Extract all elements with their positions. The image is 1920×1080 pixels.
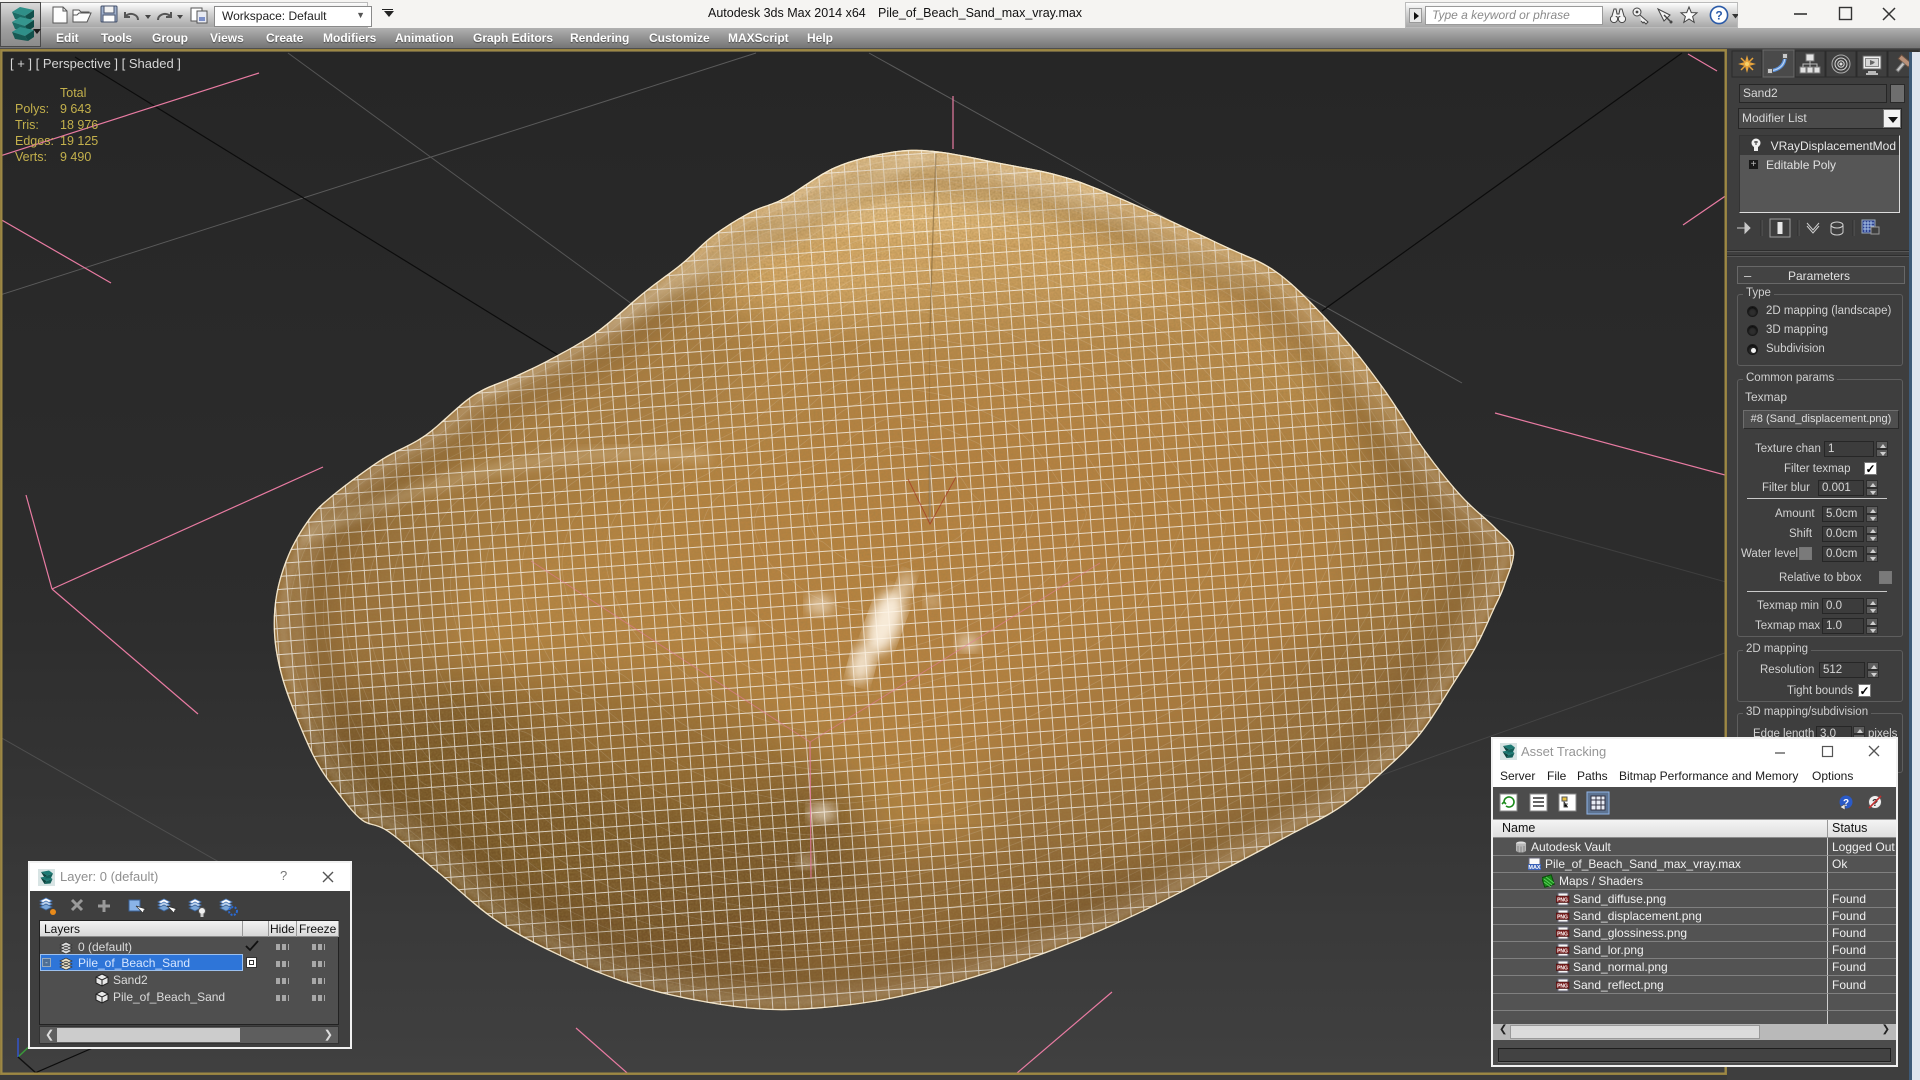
- svg-text:?: ?: [1715, 9, 1722, 23]
- svg-text:Total: Total: [60, 86, 86, 100]
- svg-text:9 490: 9 490: [60, 150, 91, 164]
- svg-text:9 643: 9 643: [60, 102, 91, 116]
- svg-text:MAX: MAX: [1528, 865, 1541, 871]
- svg-text:PNG: PNG: [1557, 898, 1568, 904]
- svg-text:Edges:: Edges:: [15, 134, 54, 148]
- svg-text:PNG: PNG: [1557, 984, 1568, 990]
- svg-text:PNG: PNG: [1557, 949, 1568, 955]
- svg-text:[ + ] [ Perspective ] [ Shaded: [ + ] [ Perspective ] [ Shaded ]: [10, 56, 181, 71]
- svg-text:PNG: PNG: [1557, 966, 1568, 972]
- svg-text:18 976: 18 976: [60, 118, 98, 132]
- svg-text:19 125: 19 125: [60, 134, 98, 148]
- svg-text:Polys:: Polys:: [15, 102, 49, 116]
- svg-text:Tris:: Tris:: [15, 118, 39, 132]
- svg-text:Verts:: Verts:: [15, 150, 47, 164]
- svg-text:PNG: PNG: [1557, 932, 1568, 938]
- svg-text:PNG: PNG: [1557, 915, 1568, 921]
